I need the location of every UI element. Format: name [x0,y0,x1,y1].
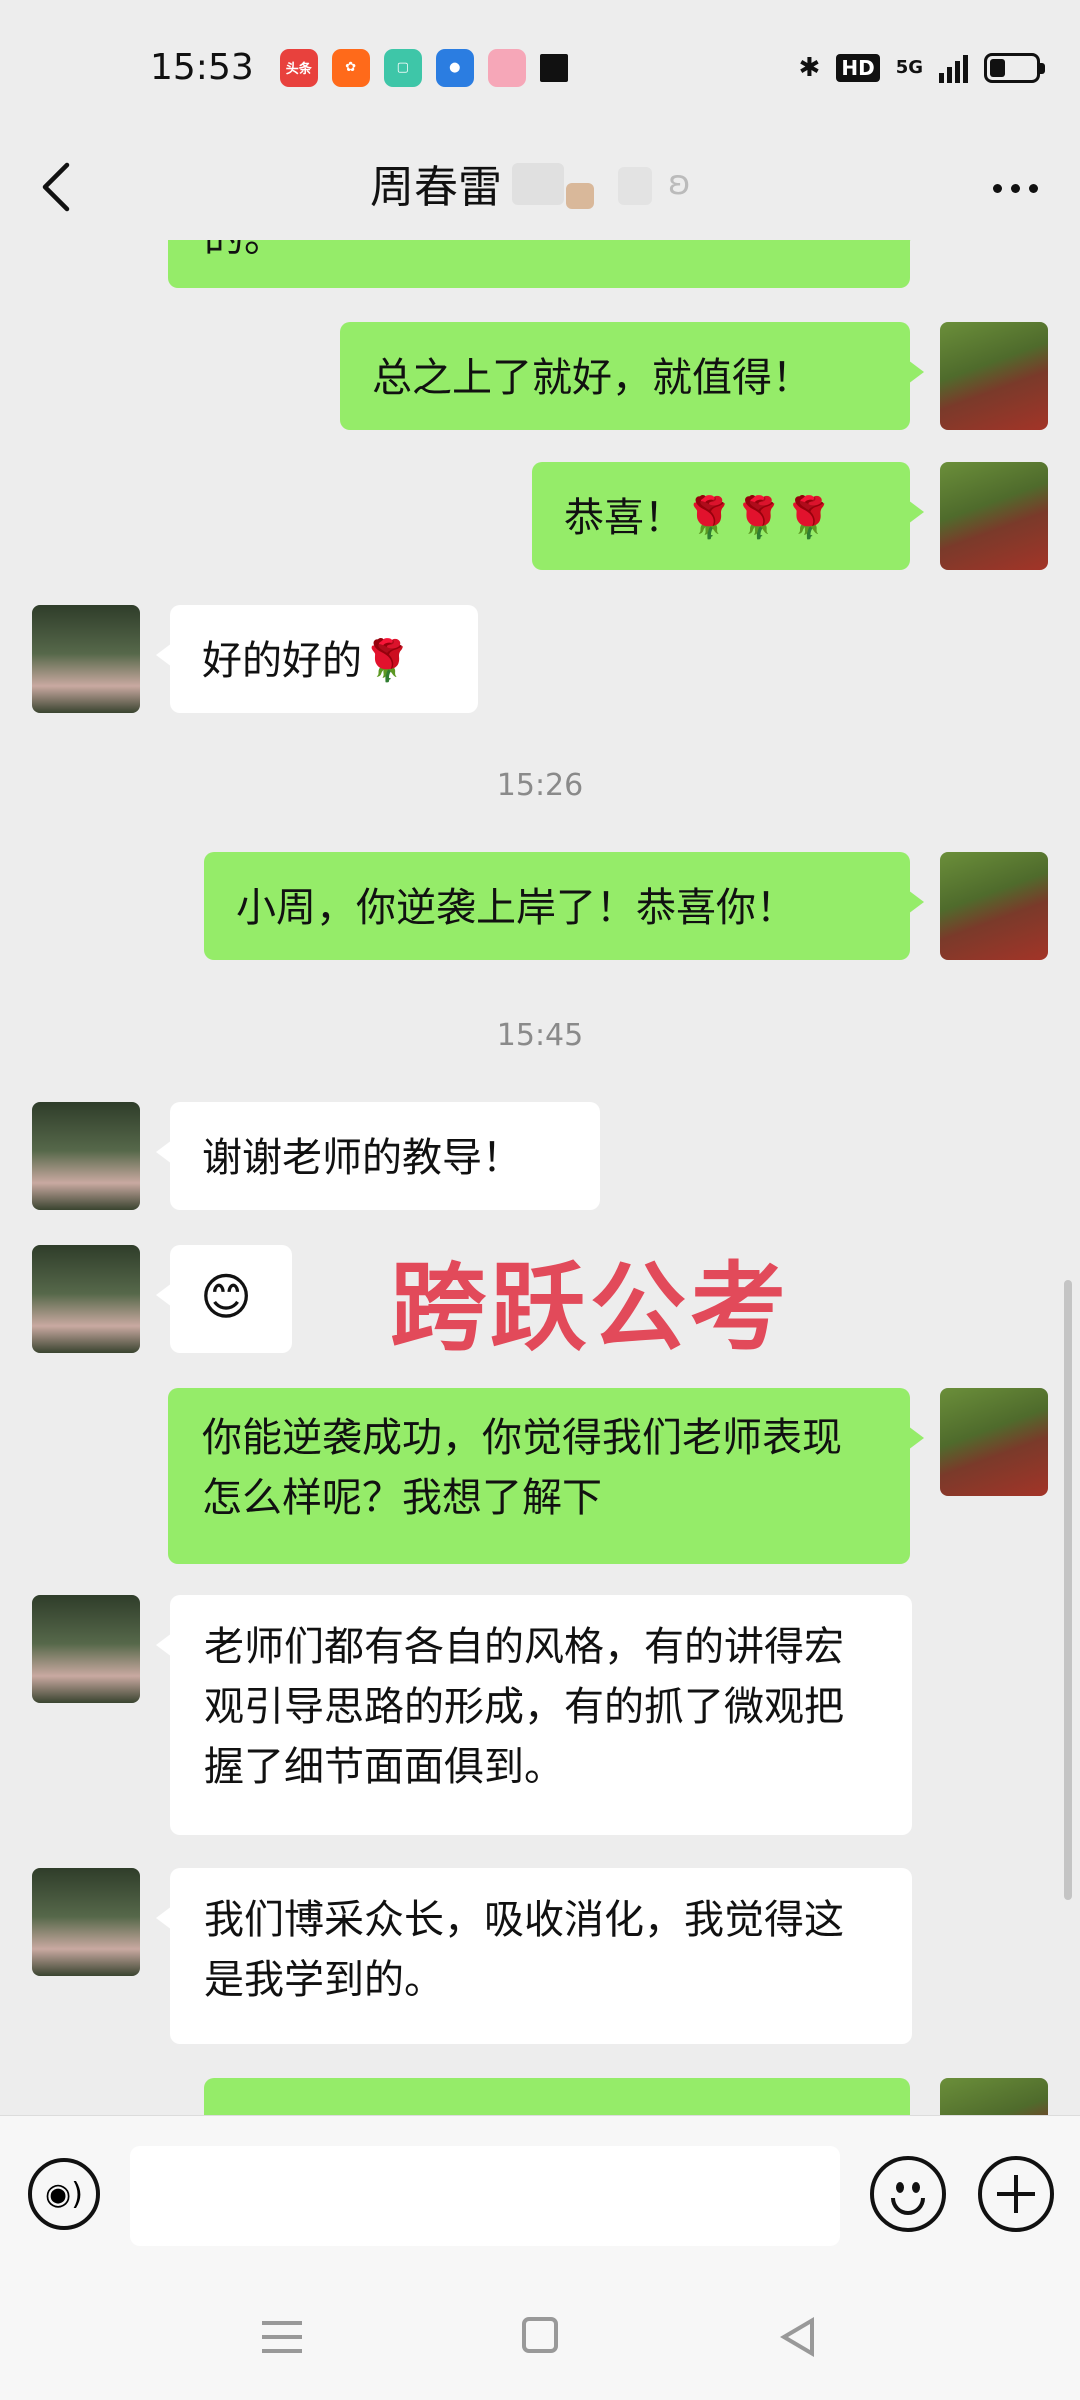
message-bubble[interactable]: 谢谢老师的教导！ [156,1102,600,1210]
message-bubble[interactable]: 小周，你逆袭上岸了！恭喜你！ [204,852,924,960]
app-blue-icon: ● [435,48,474,87]
message-text: 恭喜！🌹🌹🌹 [564,495,834,541]
contact-avatar[interactable] [32,605,140,713]
app-black-icon [539,53,568,82]
scrollbar[interactable] [1064,1280,1072,1900]
message-bubble[interactable]: 恭喜！🌹🌹🌹 [532,462,924,570]
chat-header: 周春雷 ʚ [0,135,1080,240]
contact-name: 周春雷 [370,162,502,213]
chevron-left-icon [42,162,70,212]
contact-avatar[interactable] [32,1102,140,1210]
redacted-block [566,183,594,209]
emoji-mouth [891,2198,925,2215]
watermark: 跨跃公考 [390,1252,790,1364]
input-bar: ◉) [0,2115,1080,2276]
system-back-button[interactable] [780,2317,814,2357]
message-text: 老师们都有各自的风格，有的讲得宏观引导思路的形成，有的抓了微观把握了细节面面俱到… [204,1624,844,1790]
contact-avatar[interactable] [32,1868,140,1976]
message-input[interactable] [130,2146,840,2246]
dot-icon [1028,183,1038,193]
hd-icon: HD [836,53,880,82]
ear-icon: ʚ [668,163,691,203]
network-label: 5G [895,57,923,78]
redacted-block [512,163,564,205]
message-text: 的。 [204,240,284,268]
app-green-icon: ▢ [383,48,422,87]
voice-icon: ◉) [45,2176,83,2212]
toutiao-icon: 头条 [279,48,318,87]
message-timestamp: 15:26 [496,768,584,803]
chat-screen: 15:53 头条 ✿ ▢ ● ✱ HD 5G 周春雷 ʚ 总之上了就好，就值得！… [0,0,1080,2400]
dot-icon [1010,183,1020,193]
my-avatar[interactable] [940,322,1048,430]
message-bubble[interactable]: 的。 [168,240,924,288]
message-text: 好的好的🌹 [202,638,412,684]
message-bubble[interactable]: 你能逆袭成功，你觉得我们老师表现怎么样呢？我想了解下 [168,1388,924,1564]
more-button[interactable] [980,165,1050,211]
message-bubble[interactable]: 总之上了就好，就值得！ [340,322,924,430]
my-avatar[interactable] [940,2078,1048,2115]
dot-icon [992,183,1002,193]
my-avatar[interactable] [940,852,1048,960]
message-text: 😊 [200,1268,253,1326]
message-list[interactable]: 的。 总之上了就好，就值得！ 恭喜！🌹🌹🌹 好的好的🌹 15:26 小周，你逆袭… [0,240,1080,2115]
message-text: 你能逆袭成功，你觉得我们老师表现怎么样呢？我想了解下 [202,1415,842,1521]
signal-icon [939,53,968,83]
my-avatar[interactable] [940,462,1048,570]
status-time: 15:53 [150,47,254,88]
message-text: 我们博采众长，吸收消化，我觉得这是我学到的。 [204,1897,844,2003]
message-bubble[interactable] [204,2078,910,2115]
status-bar: 15:53 头条 ✿ ▢ ● ✱ HD 5G [0,0,1080,135]
message-text: 谢谢老师的教导！ [202,1135,522,1181]
back-button[interactable] [26,153,86,221]
my-avatar[interactable] [940,1388,1048,1496]
battery-icon [984,52,1045,83]
emoji-button[interactable] [870,2156,946,2232]
message-text: 小周，你逆袭上岸了！恭喜你！ [236,885,796,931]
home-button[interactable] [522,2317,558,2353]
message-bubble[interactable]: 我们博采众长，吸收消化，我觉得这是我学到的。 [156,1868,912,2044]
message-bubble[interactable]: 好的好的🌹 [156,605,478,713]
more-actions-button[interactable] [978,2156,1054,2232]
message-text: 总之上了就好，就值得！ [372,355,812,401]
system-nav-bar [0,2275,1080,2400]
kuaishou-icon: ✿ [331,48,370,87]
battery-level [990,58,1005,77]
notification-icons: 头条 ✿ ▢ ● [279,48,568,87]
contact-avatar[interactable] [32,1595,140,1703]
recent-apps-button[interactable] [262,2321,302,2353]
emoji-eye [912,2182,920,2193]
message-timestamp: 15:45 [496,1018,584,1053]
emoji-eye [896,2182,904,2193]
redacted-block [618,167,652,205]
contact-avatar[interactable] [32,1245,140,1353]
message-bubble[interactable]: 😊 [156,1245,292,1353]
message-bubble[interactable]: 老师们都有各自的风格，有的讲得宏观引导思路的形成，有的抓了微观把握了细节面面俱到… [156,1595,912,1835]
app-pink-icon [487,48,526,87]
voice-button[interactable]: ◉) [28,2158,100,2230]
bluetooth-icon: ✱ [798,52,821,83]
status-indicators: ✱ HD 5G [798,52,1045,83]
